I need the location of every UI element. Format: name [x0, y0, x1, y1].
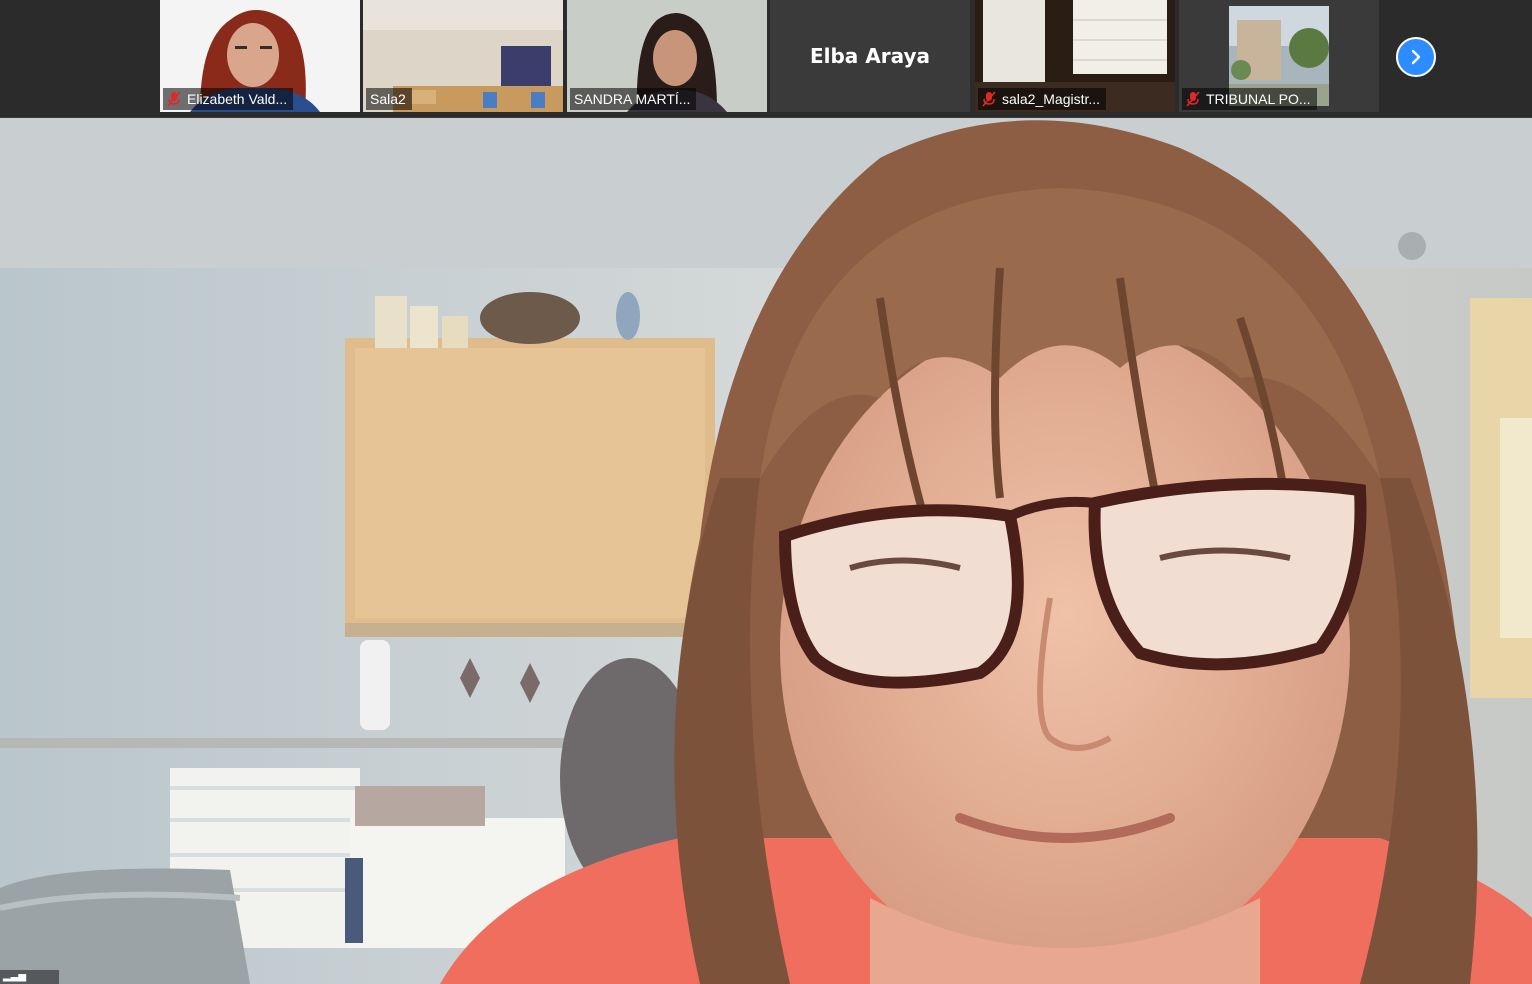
participant-name-label: sala2_Magistr...: [978, 88, 1107, 110]
participant-name-label: SANDRA MARTÍ...: [570, 88, 697, 110]
active-speaker-video: ▂▃▅: [0, 118, 1532, 984]
muted-microphone-icon: [982, 91, 996, 107]
participant-name: Sala2: [370, 91, 406, 107]
participant-name: Elba Araya: [809, 44, 931, 68]
participant-tile-3[interactable]: SANDRA MARTÍ...: [567, 0, 767, 112]
connection-signal-icon: ▂▃▅: [0, 970, 59, 984]
participant-tile-1[interactable]: Elizabeth Vald...: [160, 0, 360, 112]
muted-microphone-icon: [1186, 91, 1200, 107]
participant-name: SANDRA MARTÍ...: [574, 91, 691, 107]
participant-name-label: Sala2: [366, 88, 412, 110]
zoom-meeting-window: Elizabeth Vald... Sala2 SANDRA MARTÍ... …: [0, 0, 1532, 984]
chevron-right-icon: [1411, 49, 1421, 65]
participant-tile-6[interactable]: TRIBUNAL PO...: [1179, 0, 1379, 112]
participant-name-label: Elizabeth Vald...: [163, 88, 294, 110]
speaker-video-frame: [0, 118, 1532, 984]
participant-tile-5[interactable]: sala2_Magistr...: [975, 0, 1175, 112]
participant-tile-4[interactable]: Elba Araya: [770, 0, 970, 112]
participant-name-label: TRIBUNAL PO...: [1182, 88, 1317, 110]
gallery-next-page-button[interactable]: [1396, 37, 1436, 77]
participant-name: Elizabeth Vald...: [187, 91, 288, 107]
participant-name: sala2_Magistr...: [1002, 91, 1101, 107]
participant-tile-2[interactable]: Sala2: [363, 0, 563, 112]
muted-microphone-icon: [167, 91, 181, 107]
participant-gallery-strip: Elizabeth Vald... Sala2 SANDRA MARTÍ... …: [0, 0, 1532, 118]
participant-name: TRIBUNAL PO...: [1206, 91, 1311, 107]
